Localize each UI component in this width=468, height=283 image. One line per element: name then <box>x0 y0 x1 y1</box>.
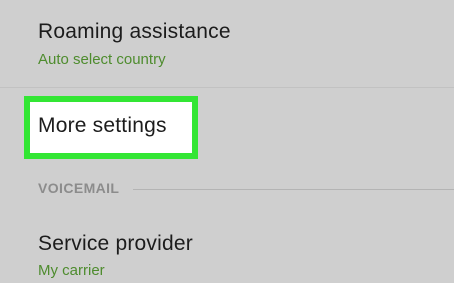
screen-edge <box>454 0 468 283</box>
divider <box>0 87 454 88</box>
more-settings-title: More settings <box>38 114 167 137</box>
service-provider-title: Service provider <box>38 232 193 255</box>
roaming-assistance-subtitle: Auto select country <box>38 51 166 68</box>
service-provider-subtitle: My carrier <box>38 262 105 279</box>
roaming-assistance-title: Roaming assistance <box>38 20 231 43</box>
service-provider-item[interactable]: Service provider My carrier <box>0 220 454 283</box>
settings-screen: Roaming assistance Auto select country M… <box>0 0 468 283</box>
voicemail-section-label: VOICEMAIL <box>38 180 120 196</box>
roaming-assistance-item[interactable]: Roaming assistance Auto select country <box>0 0 454 88</box>
more-settings-item[interactable]: More settings <box>0 96 454 159</box>
section-divider-line <box>133 189 454 190</box>
voicemail-section-header: VOICEMAIL <box>0 178 454 202</box>
